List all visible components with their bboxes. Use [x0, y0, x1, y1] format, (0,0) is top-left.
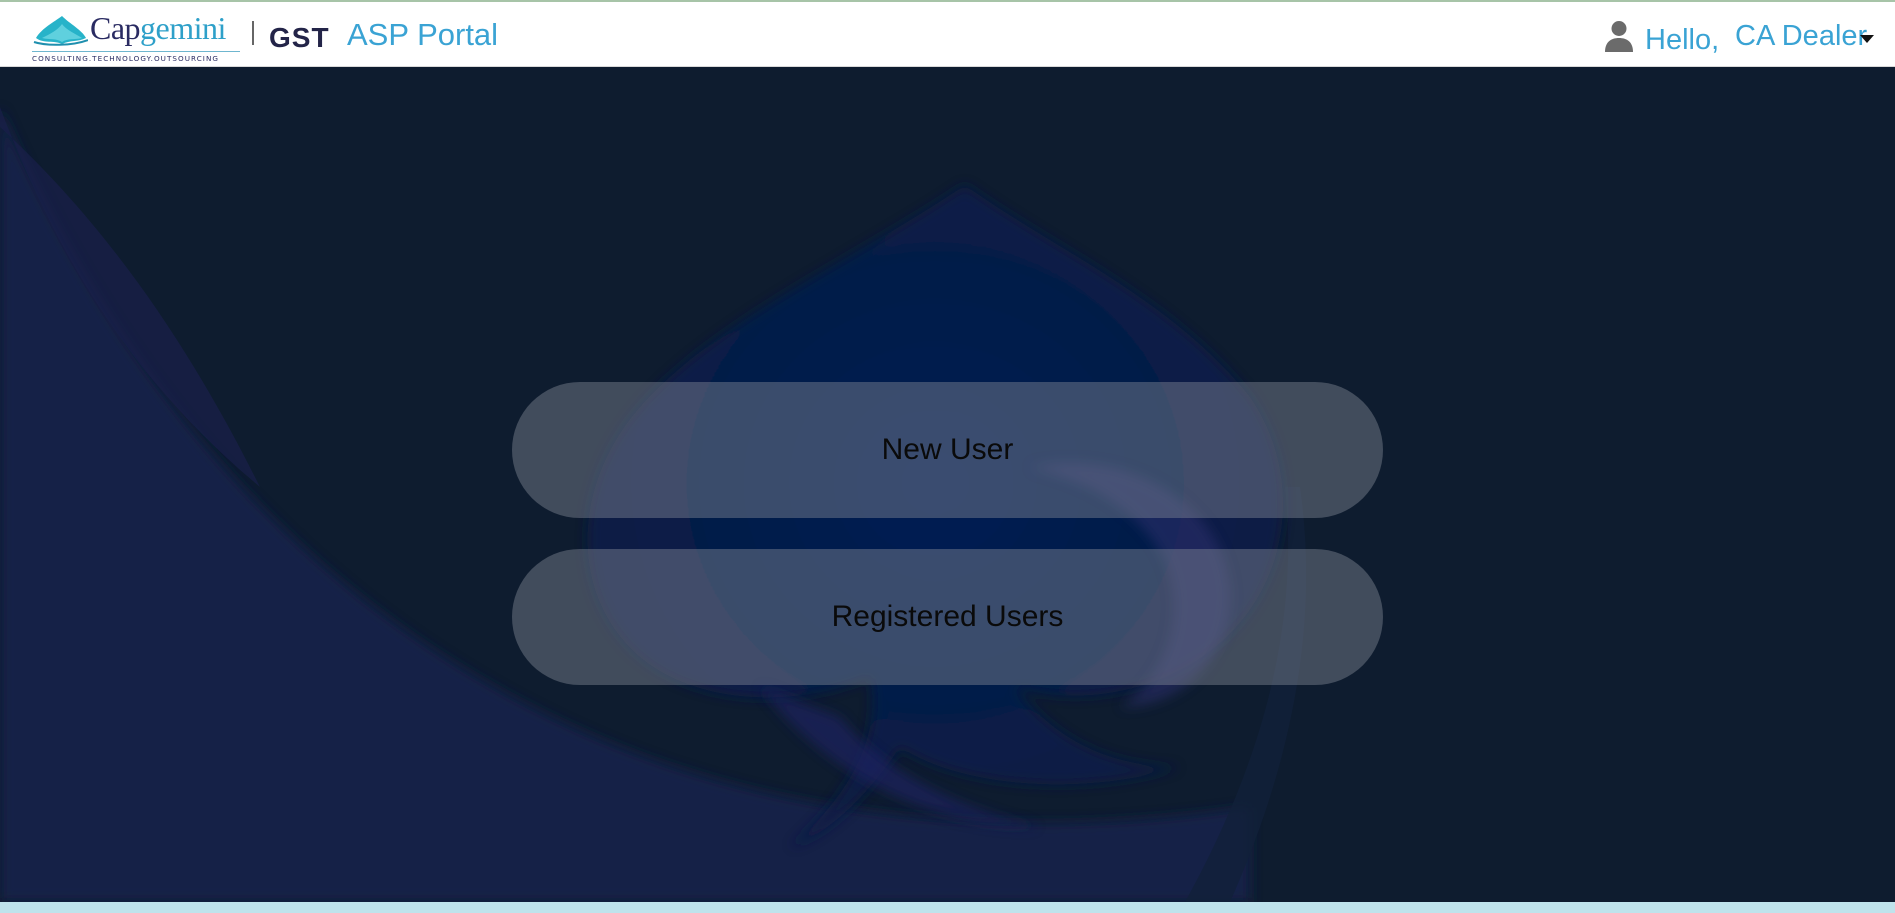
user-icon	[1605, 21, 1633, 52]
greeting-text: Hello,	[1645, 24, 1720, 56]
capgemini-logo[interactable]: Capgemini CONSULTING.TECHNOLOGY.OUTSOURC…	[32, 10, 242, 63]
new-user-button[interactable]: New User	[512, 382, 1383, 518]
top-header: Capgemini CONSULTING.TECHNOLOGY.OUTSOURC…	[0, 0, 1895, 67]
logo-wordmark-cap: Cap	[90, 10, 141, 46]
logo-separator	[252, 21, 254, 45]
registered-users-button[interactable]: Registered Users	[512, 549, 1383, 685]
spade-icon	[33, 16, 88, 46]
user-menu-toggle[interactable]: CA Dealer	[1735, 19, 1867, 53]
portal-title: ASP Portal	[347, 17, 499, 52]
logo-wordmark: Capgemini	[90, 10, 226, 46]
logo-wordmark-gemini: gemini	[140, 10, 226, 46]
product-name: GST	[269, 22, 330, 53]
logo-tagline: CONSULTING.TECHNOLOGY.OUTSOURCING	[32, 54, 220, 63]
logo-underline	[32, 51, 240, 52]
footer-strip	[0, 902, 1895, 913]
caret-down-icon[interactable]	[1860, 35, 1874, 43]
